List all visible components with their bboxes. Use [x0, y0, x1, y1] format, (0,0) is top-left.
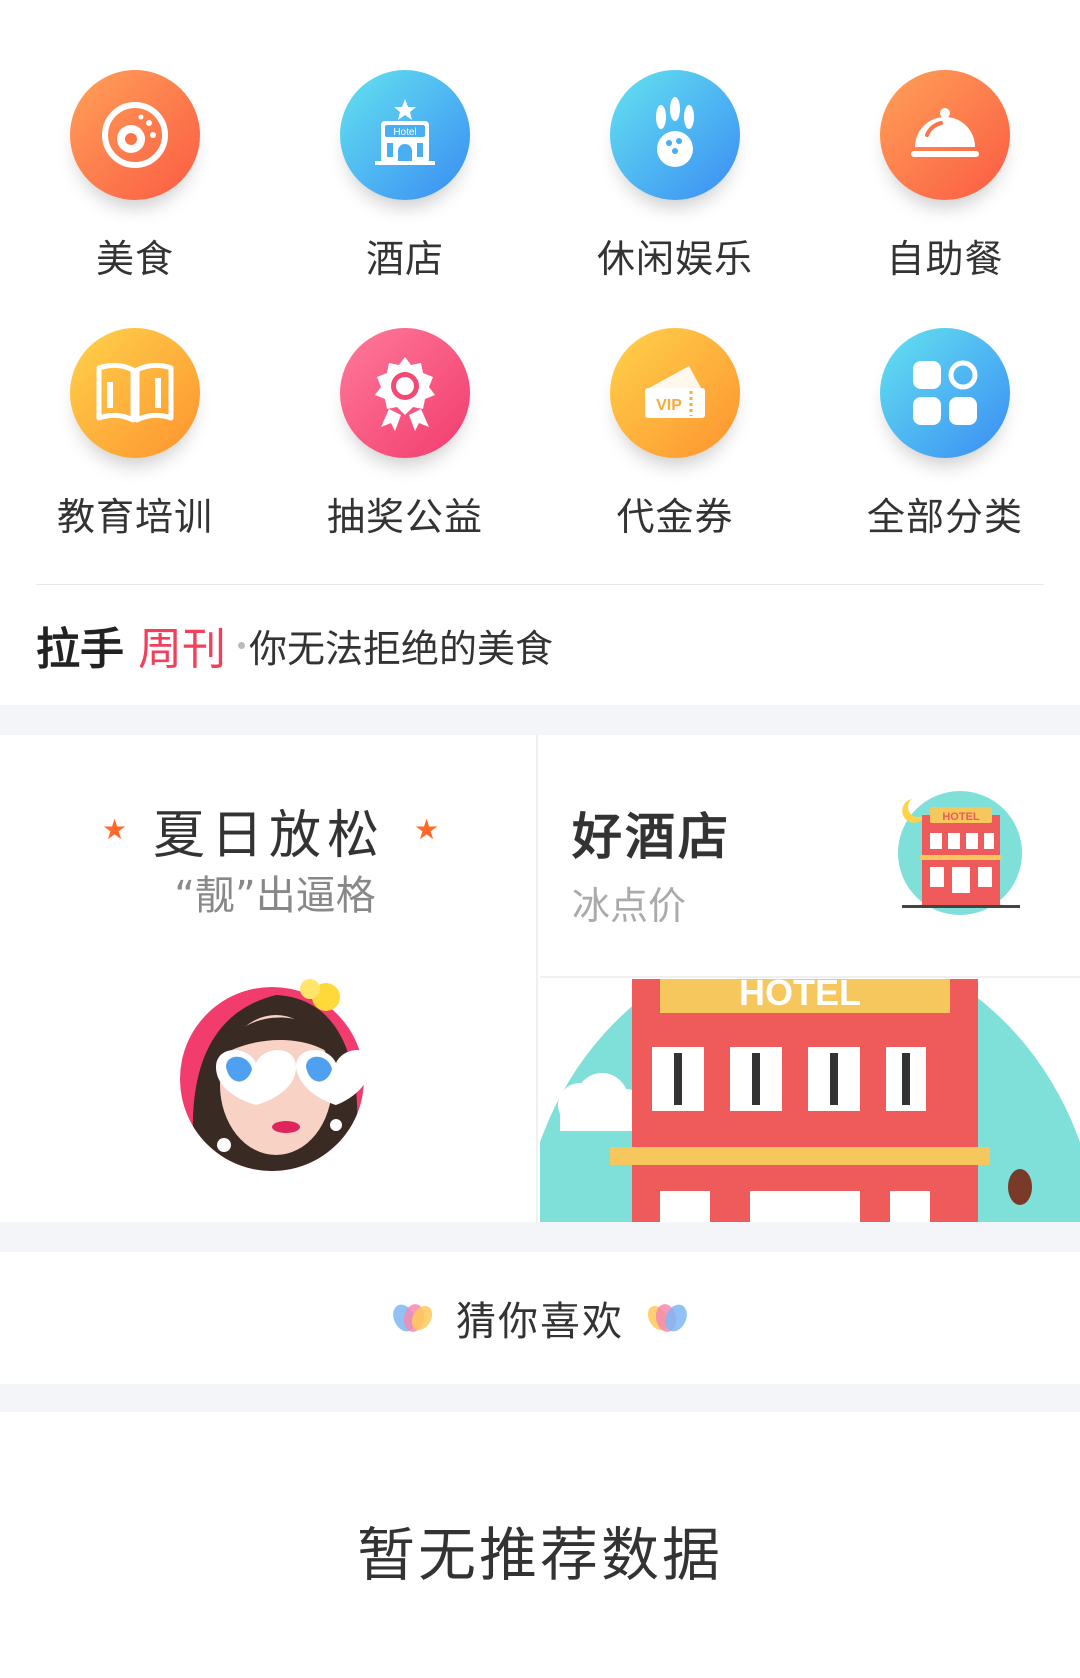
weekly-banner[interactable]: 拉手 周刊 你无法拒绝的美食 [0, 585, 1080, 705]
category-label: 代金券 [616, 495, 734, 539]
promo-hotel-subtitle: 冰点价 [572, 884, 687, 928]
promo-hotel-card[interactable]: 好酒店 冰点价 HOTEL [540, 735, 1080, 978]
empty-state-message: 暂无推荐数据 [356, 1521, 723, 1589]
food-cloche-icon [880, 70, 1010, 200]
category-leisure[interactable]: 休闲娱乐 [540, 38, 810, 328]
category-grid: 美食 Hotel 酒店 休闲娱乐 自助餐 教育培训 抽奖公益 VIP 代金券 全… [0, 0, 1080, 584]
separator-dot [238, 641, 245, 649]
category-label: 酒店 [365, 237, 444, 281]
promo-subtitle: “靓”出逼格 [174, 873, 376, 919]
donut-icon [70, 70, 200, 200]
bowling-icon [610, 70, 740, 200]
petal-decoration-icon [393, 1304, 433, 1332]
woman-sunglasses-illustration [180, 979, 373, 1171]
vip-ticket-icon: VIP [610, 328, 740, 458]
book-icon [70, 328, 200, 458]
category-all[interactable]: 全部分类 [810, 328, 1080, 584]
category-label: 休闲娱乐 [596, 237, 753, 281]
petal-decoration-icon [647, 1304, 687, 1332]
promo-section: ★ 夏日放松 ★ “靓”出逼格 好酒店 冰点价 HOTEL HOTEL [0, 735, 1080, 1222]
category-label: 抽奖公益 [326, 495, 483, 539]
empty-state: 暂无推荐数据 [0, 1412, 1080, 1678]
section-gap [0, 1222, 1080, 1252]
weekly-subtitle: 你无法拒绝的美食 [249, 626, 554, 671]
category-education[interactable]: 教育培训 [0, 328, 270, 584]
grid-apps-icon [880, 328, 1010, 458]
section-gap [0, 705, 1080, 735]
category-voucher[interactable]: VIP 代金券 [540, 328, 810, 584]
category-food[interactable]: 美食 [0, 38, 270, 328]
star-icon: ★ [414, 813, 440, 846]
hotel-banner-sign: HOTEL [739, 979, 861, 1013]
category-label: 自助餐 [886, 237, 1004, 281]
section-gap [0, 1384, 1080, 1412]
hotel-icon: Hotel [340, 70, 470, 200]
hotel-building-icon: HOTEL [898, 791, 1022, 915]
category-lottery[interactable]: 抽奖公益 [270, 328, 540, 584]
svg-text:Hotel: Hotel [393, 127, 416, 138]
svg-text:VIP: VIP [656, 397, 682, 414]
category-hotel[interactable]: Hotel 酒店 [270, 38, 540, 328]
category-label: 教育培训 [56, 495, 213, 539]
hotel-sign-text: HOTEL [942, 811, 980, 823]
category-label: 美食 [95, 237, 174, 281]
guess-you-like-header: 猜你喜欢 [0, 1252, 1080, 1384]
promo-title: 夏日放松 [152, 806, 385, 866]
promo-summer-card[interactable]: ★ 夏日放松 ★ “靓”出逼格 [0, 735, 538, 1222]
category-buffet[interactable]: 自助餐 [810, 38, 1080, 328]
award-ribbon-icon [340, 328, 470, 458]
hotel-banner-image[interactable]: HOTEL [540, 979, 1080, 1222]
weekly-brand-accent: 周刊 [138, 624, 226, 675]
promo-hotel-title: 好酒店 [572, 808, 731, 866]
guess-title: 猜你喜欢 [456, 1299, 624, 1345]
weekly-brand: 拉手 [36, 624, 124, 675]
category-label: 全部分类 [866, 495, 1023, 539]
